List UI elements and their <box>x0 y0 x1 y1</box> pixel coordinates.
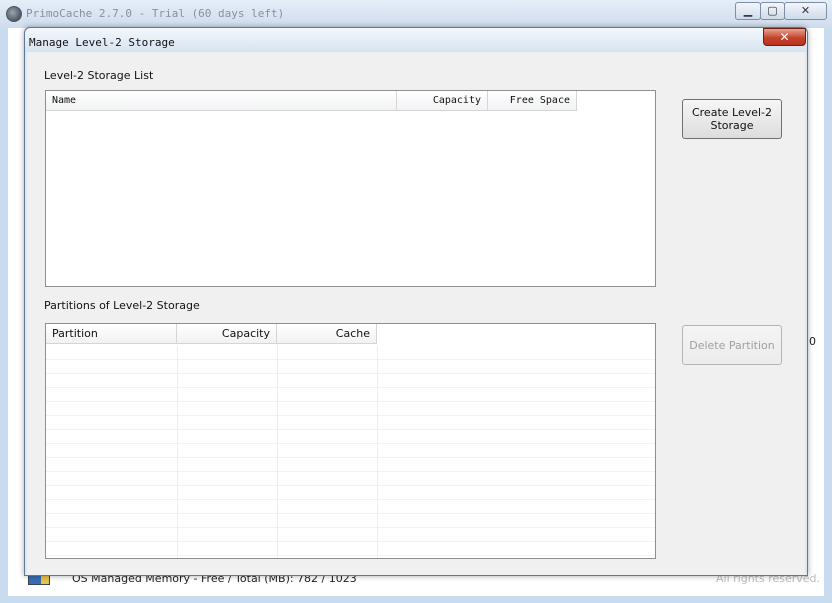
column-header-capacity[interactable]: Capacity <box>397 91 488 111</box>
dialog-client-area: Level-2 Storage List Name Capacity Free … <box>27 52 805 575</box>
column-header-part-capacity[interactable]: Capacity <box>177 324 277 344</box>
column-header-cache[interactable]: Cache <box>277 324 377 344</box>
dialog-close-button[interactable]: ✕ <box>763 28 806 46</box>
partitions-list[interactable]: Partition Capacity Cache <box>45 323 656 559</box>
manage-level2-dialog: Manage Level-2 Storage ✕ Level-2 Storage… <box>24 27 808 576</box>
main-window-title: PrimoCache 2.7.0 - Trial (60 days left) <box>26 7 285 20</box>
storage-list-label: Level-2 Storage List <box>44 69 154 82</box>
side-value: 0 <box>809 335 816 348</box>
dialog-titlebar[interactable]: Manage Level-2 Storage ✕ <box>25 28 807 52</box>
storage-list-header: Name Capacity Free Space <box>46 91 577 111</box>
column-header-name[interactable]: Name <box>46 91 397 111</box>
dialog-title: Manage Level-2 Storage <box>29 36 175 49</box>
create-level2-storage-button[interactable]: Create Level-2 Storage <box>682 99 782 139</box>
minimize-button[interactable]: ▁ <box>735 2 761 20</box>
main-titlebar[interactable]: PrimoCache 2.7.0 - Trial (60 days left) … <box>0 0 832 28</box>
column-header-free-space[interactable]: Free Space <box>488 91 577 111</box>
partitions-grid-lines <box>46 345 655 558</box>
app-disk-icon <box>6 6 22 22</box>
main-close-button[interactable]: ✕ <box>784 2 827 20</box>
partitions-label: Partitions of Level-2 Storage <box>44 299 200 312</box>
storage-list[interactable]: Name Capacity Free Space <box>45 90 656 287</box>
partitions-list-header: Partition Capacity Cache <box>46 324 377 344</box>
column-header-partition[interactable]: Partition <box>46 324 177 344</box>
maximize-button[interactable]: ▢ <box>760 2 785 20</box>
delete-partition-button[interactable]: Delete Partition <box>682 325 782 365</box>
